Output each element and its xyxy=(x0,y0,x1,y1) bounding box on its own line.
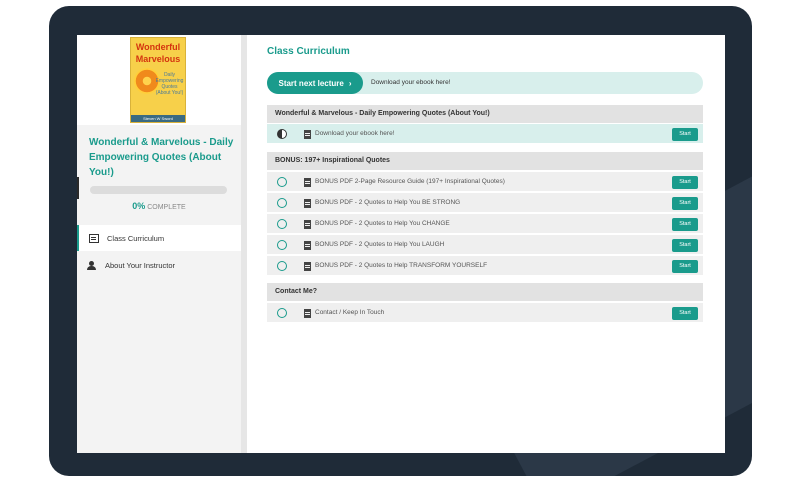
lecture-title: BONUS PDF - 2 Quotes to Help You BE STRO… xyxy=(315,199,461,206)
progress-label: 0% COMPLETE xyxy=(77,201,241,211)
lecture-row[interactable]: BONUS PDF 2-Page Resource Guide (197+ In… xyxy=(267,172,703,192)
person-icon xyxy=(87,260,97,270)
start-next-lecture-button[interactable]: Start next lecture › xyxy=(267,72,363,94)
document-icon xyxy=(304,220,311,229)
cover-author: Steven W Sword xyxy=(131,115,185,122)
next-lecture-title: Download your ebook here! xyxy=(371,79,451,86)
document-icon xyxy=(304,309,311,318)
start-button[interactable]: Start xyxy=(672,197,698,210)
lecture-title: BONUS PDF - 2 Quotes to Help You LAUGH xyxy=(315,241,445,248)
lecture-row[interactable]: Contact / Keep In Touch Start xyxy=(267,303,703,323)
start-button[interactable]: Start xyxy=(672,307,698,320)
start-button[interactable]: Start xyxy=(672,260,698,273)
document-icon xyxy=(304,262,311,271)
nav-item-about-instructor[interactable]: About Your Instructor xyxy=(77,252,241,278)
start-button[interactable]: Start xyxy=(672,128,698,141)
document-icon xyxy=(304,178,311,187)
list-icon xyxy=(89,233,99,243)
lecture-row[interactable]: Download your ebook here! Start xyxy=(267,124,703,144)
progress-percent: 0% xyxy=(132,201,146,211)
circle-icon xyxy=(277,177,287,187)
sidebar-edge-mark xyxy=(77,177,79,199)
lecture-title: BONUS PDF - 2 Quotes to Help You CHANGE xyxy=(315,220,450,227)
circle-icon xyxy=(277,261,287,271)
next-lecture-bar: Start next lecture › Download your ebook… xyxy=(267,72,703,94)
half-circle-icon xyxy=(277,129,287,139)
start-button[interactable]: Start xyxy=(672,218,698,231)
lecture-title: BONUS PDF - 2 Quotes to Help TRANSFORM Y… xyxy=(315,262,488,269)
main-content: Class Curriculum Start next lecture › Do… xyxy=(247,35,725,453)
next-button-label: Start next lecture xyxy=(278,78,344,88)
document-icon xyxy=(304,199,311,208)
lecture-title: Contact / Keep In Touch xyxy=(315,309,385,316)
nav-item-label: Class Curriculum xyxy=(107,233,165,243)
page-title: Class Curriculum xyxy=(267,46,350,57)
lecture-title: Download your ebook here! xyxy=(315,130,395,137)
chevron-right-icon: › xyxy=(348,78,352,88)
lecture-title: BONUS PDF 2-Page Resource Guide (197+ In… xyxy=(315,178,505,185)
progress-suffix: COMPLETE xyxy=(147,204,186,211)
document-icon xyxy=(304,241,311,250)
nav-item-class-curriculum[interactable]: Class Curriculum xyxy=(77,225,241,251)
start-button[interactable]: Start xyxy=(672,176,698,189)
circle-icon xyxy=(277,240,287,250)
cover-subtitle: Daily Empowering Quotes (About You!) xyxy=(155,72,184,96)
lecture-row[interactable]: BONUS PDF - 2 Quotes to Help TRANSFORM Y… xyxy=(267,256,703,276)
cover-title-line1: Wonderful xyxy=(135,42,181,52)
section-header: Contact Me? xyxy=(267,283,703,301)
lecture-row[interactable]: BONUS PDF - 2 Quotes to Help You LAUGH S… xyxy=(267,235,703,255)
progress-bar xyxy=(90,186,227,194)
sidebar: Wonderful Marvelous Daily Empowering Quo… xyxy=(77,35,247,453)
circle-icon xyxy=(277,219,287,229)
app-screen: Wonderful Marvelous Daily Empowering Quo… xyxy=(77,35,725,453)
nav-item-label: About Your Instructor xyxy=(105,260,176,270)
section-header: Wonderful & Marvelous - Daily Empowering… xyxy=(267,105,703,123)
document-icon xyxy=(304,130,311,139)
circle-icon xyxy=(277,198,287,208)
course-cover: Wonderful Marvelous Daily Empowering Quo… xyxy=(77,35,241,125)
section-header: BONUS: 197+ Inspirational Quotes xyxy=(267,152,703,170)
start-button[interactable]: Start xyxy=(672,239,698,252)
cover-title-line2: Marvelous xyxy=(135,54,181,64)
course-title: Wonderful & Marvelous - Daily Empowering… xyxy=(89,137,234,178)
lecture-row[interactable]: BONUS PDF - 2 Quotes to Help You BE STRO… xyxy=(267,193,703,213)
book-cover-image: Wonderful Marvelous Daily Empowering Quo… xyxy=(130,37,186,123)
lecture-row[interactable]: BONUS PDF - 2 Quotes to Help You CHANGE … xyxy=(267,214,703,234)
circle-icon xyxy=(277,308,287,318)
